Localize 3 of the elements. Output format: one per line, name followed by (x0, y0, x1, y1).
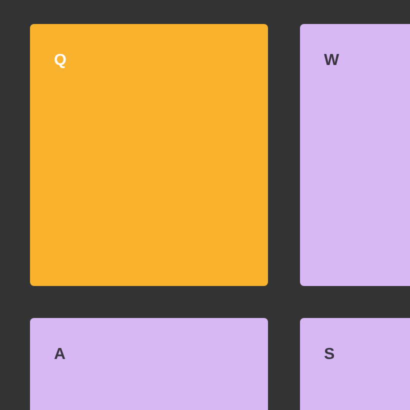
keyboard-key[interactable]: S (300, 318, 410, 410)
keyboard-key[interactable]: A (30, 318, 268, 410)
keyboard-key[interactable]: W (300, 24, 410, 286)
